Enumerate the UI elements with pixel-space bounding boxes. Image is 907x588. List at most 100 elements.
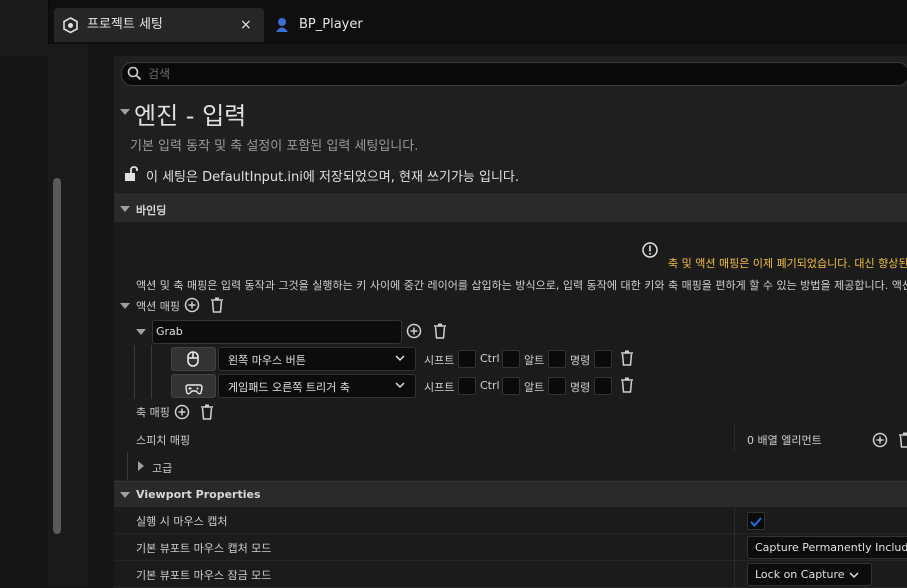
property-label: 기본 뷰포트 마우스 잠금 모드: [136, 569, 272, 582]
trash-icon[interactable]: [620, 377, 634, 397]
property-label: 실행 시 마우스 캡처: [136, 515, 228, 528]
cmd-label: 명령: [570, 354, 591, 367]
tab-label: BP_Player: [299, 17, 363, 32]
bindings-explanation: 액션 및 축 매핑은 입력 동작과 그것을 실행하는 키 사이에 중간 레이어를…: [136, 279, 907, 292]
advanced-label: 고급: [152, 462, 173, 475]
left-dock-block: [0, 0, 49, 56]
action-mappings-label: 액션 매핑: [136, 300, 180, 313]
capture-mode-dropdown[interactable]: Capture Permanently Including: [747, 536, 907, 559]
chevron-down-icon: [849, 570, 859, 583]
section-label: Viewport Properties: [136, 488, 261, 501]
add-icon[interactable]: [406, 323, 422, 343]
scrollbar[interactable]: [53, 178, 61, 534]
chevron-right-icon[interactable]: [138, 461, 144, 471]
add-icon[interactable]: [184, 297, 200, 317]
dock-tab-remnant: [20, 0, 46, 7]
add-icon[interactable]: [174, 404, 190, 424]
search-placeholder: 검색: [148, 67, 171, 81]
indent-guide: [151, 372, 152, 399]
blueprint-pawn-icon: [274, 17, 290, 37]
indent-guide: [151, 345, 152, 372]
cmd-checkbox[interactable]: [594, 350, 612, 368]
search-icon: [127, 66, 142, 85]
close-icon[interactable]: ×: [240, 8, 252, 42]
speech-mappings-row: 스피치 매핑 0 배열 엘리먼트: [114, 425, 907, 453]
chevron-down-icon[interactable]: [120, 109, 130, 115]
trash-icon[interactable]: [433, 323, 447, 343]
chevron-down-icon: [120, 492, 130, 498]
page-description: 기본 입력 동작 및 축 설정이 포함된 입력 세팅입니다.: [130, 139, 419, 154]
capture-mode-row: 기본 뷰포트 마우스 캡처 모드 Capture Permanently Inc…: [114, 534, 907, 561]
lock-mode-row: 기본 뷰포트 마우스 잠금 모드 Lock on Capture: [114, 561, 907, 588]
search-input[interactable]: 검색: [121, 62, 907, 86]
property-label: 기본 뷰포트 마우스 캡처 모드: [136, 542, 272, 555]
chevron-down-icon: [395, 353, 405, 366]
ctrl-label: Ctrl: [480, 379, 500, 392]
alt-label: 알트: [524, 354, 545, 367]
tab-bp-player[interactable]: BP_Player: [266, 8, 426, 42]
key-dropdown[interactable]: 왼쪽 마우스 버튼: [218, 347, 416, 371]
chevron-down-icon: [395, 380, 405, 393]
speech-mappings-count: 0 배열 엘리먼트: [747, 434, 822, 447]
column-divider: [734, 534, 735, 560]
ctrl-label: Ctrl: [480, 352, 500, 365]
key-value: 게임패드 오른쪽 트리거 축: [228, 381, 350, 394]
key-value: 왼쪽 마우스 버튼: [228, 354, 306, 367]
action-name-input[interactable]: Grab: [152, 320, 402, 344]
ctrl-checkbox[interactable]: [502, 377, 520, 395]
key-binding-row: 왼쪽 마우스 버튼 시프트 Ctrl 알트 명령: [114, 345, 907, 373]
key-dropdown[interactable]: 게임패드 오른쪽 트리거 축: [218, 374, 416, 398]
checkmark-icon: [749, 514, 763, 533]
action-name-value: Grab: [156, 325, 183, 338]
chevron-down-icon[interactable]: [120, 303, 130, 309]
key-selector-button[interactable]: [171, 347, 216, 371]
ctrl-checkbox[interactable]: [502, 350, 520, 368]
action-mappings-row: 액션 매핑: [114, 294, 907, 319]
axis-mappings-label: 축 매핑: [136, 406, 170, 419]
tab-label: 프로젝트 세팅: [87, 17, 163, 32]
lock-mode-dropdown[interactable]: Lock on Capture: [747, 563, 872, 586]
action-row-grab: Grab: [114, 318, 907, 346]
capture-on-run-checkbox[interactable]: [747, 512, 765, 530]
section-bindings[interactable]: 바인딩: [114, 194, 907, 223]
cmd-checkbox[interactable]: [594, 377, 612, 395]
axis-mappings-row: 축 매핑: [114, 399, 907, 426]
chevron-down-icon[interactable]: [136, 329, 146, 335]
config-save-note: 이 세팅은 DefaultInput.ini에 저장되었으며, 현재 쓰기가능 …: [146, 170, 520, 185]
key-binding-row: 게임패드 오른쪽 트리거 축 시프트 Ctrl 알트 명령: [114, 372, 907, 400]
column-divider: [734, 561, 735, 587]
column-divider: [734, 507, 735, 533]
warning-icon: [642, 242, 658, 262]
trash-icon[interactable]: [200, 404, 214, 424]
trash-icon[interactable]: [898, 432, 907, 452]
alt-checkbox[interactable]: [548, 350, 566, 368]
mouse-icon: [187, 351, 199, 371]
advanced-row[interactable]: 고급: [114, 452, 907, 481]
settings-gear-icon: [62, 17, 79, 38]
page-title: 엔진 - 입력: [134, 102, 247, 130]
trash-icon[interactable]: [620, 350, 634, 370]
deprecation-warning: 축 및 액션 매핑은 이제 폐기되었습니다. 대신 향상된: [668, 257, 907, 270]
add-icon[interactable]: [872, 432, 888, 452]
shift-checkbox[interactable]: [458, 350, 476, 368]
trash-icon[interactable]: [210, 297, 224, 317]
key-selector-button[interactable]: [171, 374, 216, 398]
speech-mappings-label: 스피치 매핑: [136, 434, 191, 447]
tab-project-settings[interactable]: 프로젝트 세팅 ×: [54, 8, 264, 42]
section-label: 바인딩: [136, 204, 167, 217]
dropdown-value: Lock on Capture: [755, 568, 845, 581]
alt-label: 알트: [524, 381, 545, 394]
shift-checkbox[interactable]: [458, 377, 476, 395]
indent-guide: [134, 345, 135, 372]
dropdown-value: Capture Permanently Including: [755, 541, 907, 554]
section-viewport-properties[interactable]: Viewport Properties: [114, 481, 907, 508]
indent-guide: [127, 452, 128, 480]
gamepad-icon: [185, 380, 203, 399]
indent-guide: [134, 372, 135, 399]
chevron-down-icon: [120, 206, 130, 212]
shift-label: 시프트: [424, 381, 455, 394]
unlock-icon: [124, 166, 138, 186]
alt-checkbox[interactable]: [548, 377, 566, 395]
cmd-label: 명령: [570, 381, 591, 394]
capture-on-run-row: 실행 시 마우스 캡처: [114, 507, 907, 534]
